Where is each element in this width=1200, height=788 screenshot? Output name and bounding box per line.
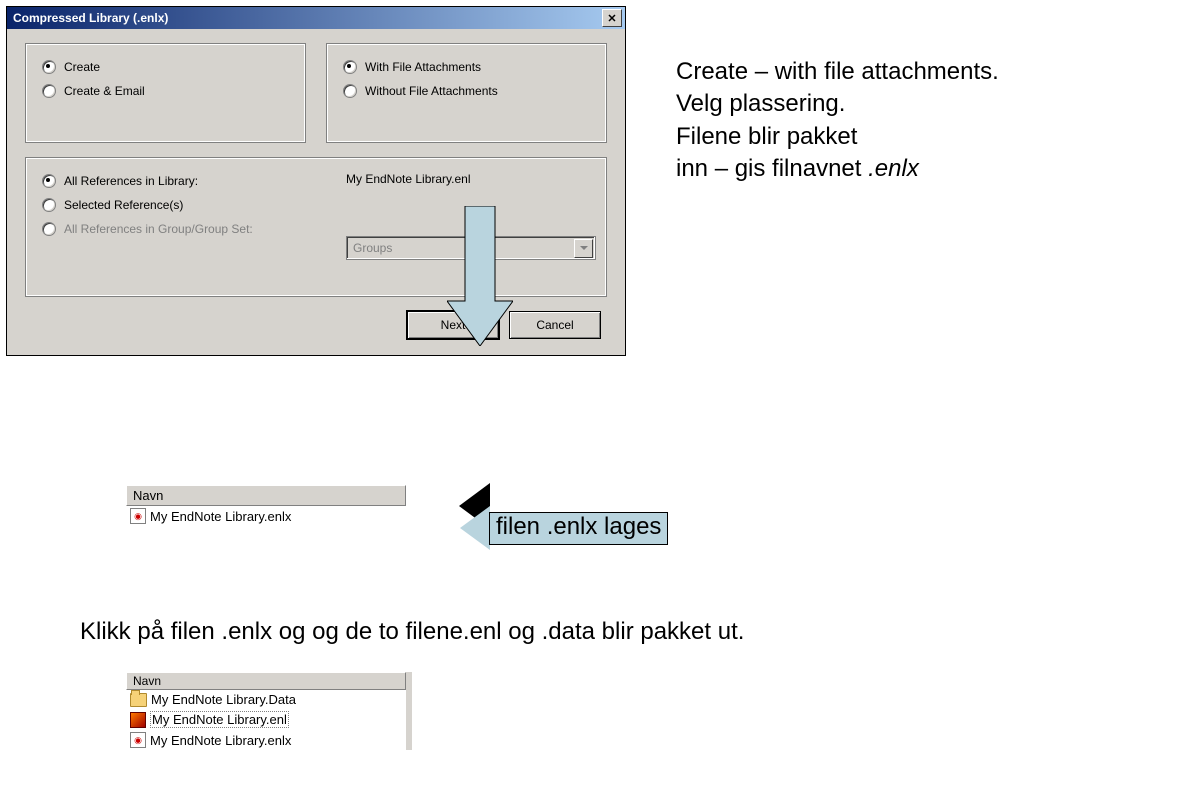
left-arrow-icon	[460, 506, 490, 550]
text-fragment: inn – gis filnavnet	[676, 155, 868, 182]
compressed-library-dialog: Compressed Library (.enlx) ✕ Create Crea…	[6, 6, 626, 356]
file-name: My EndNote Library.Data	[151, 692, 296, 707]
left-arrow-callout: filen .enlx lages	[460, 506, 668, 550]
radio-create-email[interactable]: Create & Email	[42, 84, 289, 98]
next-button[interactable]: Next	[407, 311, 499, 339]
radio-dot-icon	[42, 174, 56, 188]
file-icon: ◉	[130, 732, 146, 748]
radio-dot-icon	[42, 198, 56, 212]
radio-label: With File Attachments	[365, 60, 481, 74]
radio-dot-icon	[343, 60, 357, 74]
radio-with-attachments[interactable]: With File Attachments	[343, 60, 590, 74]
text-line: inn – gis filnavnet .enlx	[676, 153, 999, 185]
list-item[interactable]: My EndNote Library.enl	[126, 709, 406, 730]
text-line: Filene blir pakket	[676, 121, 999, 153]
instruction-sentence: Klikk på filen .enlx og og de to filene.…	[80, 618, 744, 646]
radio-label: Selected Reference(s)	[64, 198, 183, 212]
radio-selected-refs[interactable]: Selected Reference(s)	[42, 198, 590, 212]
radio-dot-icon	[42, 84, 56, 98]
radio-dot-icon	[42, 60, 56, 74]
button-label: Cancel	[536, 318, 573, 332]
radio-dot-icon	[343, 84, 357, 98]
file-icon: ◉	[130, 508, 146, 524]
chevron-down-icon	[574, 239, 593, 258]
create-mode-group: Create Create & Email	[25, 43, 306, 143]
callout-text: filen .enlx lages	[489, 512, 668, 545]
text-line: Velg plassering.	[676, 88, 999, 120]
file-list-unpacked: Navn My EndNote Library.Data My EndNote …	[126, 672, 412, 750]
radio-label: Create & Email	[64, 84, 145, 98]
radio-label: All References in Group/Group Set:	[64, 222, 253, 236]
folder-icon	[130, 693, 147, 707]
radio-create[interactable]: Create	[42, 60, 289, 74]
file-name: My EndNote Library.enlx	[150, 509, 291, 524]
list-item[interactable]: My EndNote Library.Data	[126, 690, 406, 709]
scope-group: All References in Library: Selected Refe…	[25, 157, 607, 297]
file-icon	[130, 712, 146, 728]
column-header[interactable]: Navn	[126, 485, 406, 506]
file-name: My EndNote Library.enlx	[150, 733, 291, 748]
dropdown-value: Groups	[353, 241, 392, 255]
radio-dot-icon	[42, 222, 56, 236]
radio-all-refs[interactable]: All References in Library:	[42, 174, 590, 188]
radio-group-refs: All References in Group/Group Set:	[42, 222, 590, 236]
library-name-label: My EndNote Library.enl	[346, 172, 471, 186]
radio-without-attachments[interactable]: Without File Attachments	[343, 84, 590, 98]
file-name: My EndNote Library.enl	[150, 711, 289, 728]
radio-label: All References in Library:	[64, 174, 198, 188]
list-item[interactable]: ◉ My EndNote Library.enlx	[126, 506, 406, 526]
file-list-enlx: Navn ◉ My EndNote Library.enlx	[126, 485, 406, 526]
column-header[interactable]: Navn	[126, 672, 406, 690]
instruction-text: Create – with file attachments. Velg pla…	[676, 56, 999, 186]
groups-dropdown: Groups	[346, 236, 596, 260]
list-item[interactable]: ◉ My EndNote Library.enlx	[126, 730, 406, 750]
radio-label: Create	[64, 60, 100, 74]
text-fragment-italic: .enlx	[868, 155, 919, 182]
attachment-group: With File Attachments Without File Attac…	[326, 43, 607, 143]
cancel-button[interactable]: Cancel	[509, 311, 601, 339]
close-button[interactable]: ✕	[602, 9, 622, 27]
dialog-title: Compressed Library (.enlx)	[13, 11, 168, 25]
text-line: Create – with file attachments.	[676, 56, 999, 88]
dialog-titlebar: Compressed Library (.enlx) ✕	[7, 7, 625, 29]
button-label: Next	[441, 318, 466, 332]
radio-label: Without File Attachments	[365, 84, 498, 98]
